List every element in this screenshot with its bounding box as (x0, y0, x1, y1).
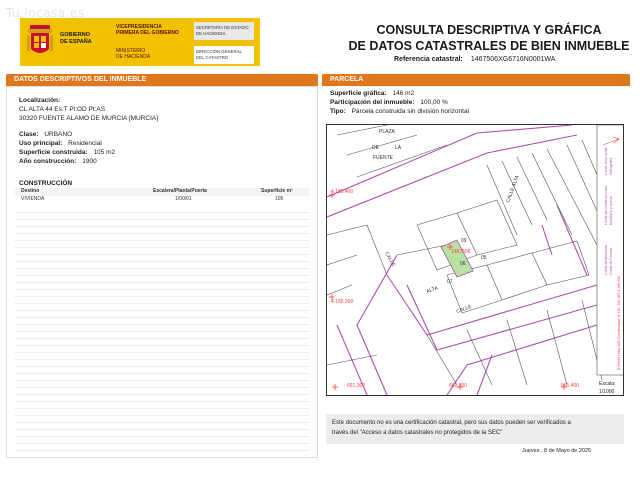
coat-of-arms-icon (27, 25, 53, 53)
legend-coords: ETRS89 Huso 30N Coordenadas U.T.M.: 661,… (617, 276, 621, 370)
tipo-row: Tipo: Parcela construida sin división ho… (330, 108, 469, 115)
participacion-value: 100,00 % (420, 99, 448, 106)
escala-value: 1/1000 (599, 389, 615, 395)
disclaimer-line-2: través del "Acceso a datos catastrales n… (332, 430, 503, 436)
map-label-x3: 661,400 (561, 383, 579, 389)
reference-value: 1467506XG6716N0001WA (470, 56, 556, 63)
superficie-value: 105 m2 (93, 149, 116, 156)
descriptive-panel: Localización: CL ALTA 44 Es:T Pl:OD Pt:A… (6, 86, 318, 458)
map-drawing: PLAZA DE LA FUENTE CALLE ALTA CALLE CALL… (327, 125, 623, 395)
map-label-05: 05 (481, 255, 487, 261)
government-logo-block: GOBIERNO DE ESPAÑA VICEPRESIDENCIA PRIME… (20, 18, 260, 66)
escala-label: Escala: (599, 381, 615, 387)
parcela-panel: Superficie gráfica: 146 m2 Participación… (322, 86, 630, 458)
tipo-label: Tipo: (330, 108, 346, 115)
map-label-plaza: PLAZA (379, 129, 396, 135)
reference-label: Referencia catastral: (394, 56, 463, 63)
document-title: CONSULTA DESCRIPTIVA Y GRÁFICA DE DATOS … (348, 23, 630, 53)
ministerio-label: MINISTERIO DE HACIENDA (116, 48, 151, 60)
disclaimer-line-1: Este documento no es una certificación c… (332, 420, 571, 426)
superficie-label: Superficie construida: (19, 149, 88, 156)
col-escalera: Escalera/Planta/Puerta (153, 188, 207, 194)
map-label-alta: ALTA (426, 285, 440, 295)
row-destino: VIVIENDA (21, 196, 45, 202)
map-label-la: LA (395, 145, 402, 151)
secretaria-label: SECRETARÍA DE ESTADO DE HACIENDA (194, 22, 254, 40)
map-label-de: DE (372, 145, 380, 151)
blank-ruled-area (15, 206, 309, 451)
address-line-2: 30320 FUENTE ALAMO DE MURCIA [MURCIA] (19, 115, 159, 122)
map-label-calle-alta: CALLE ALTA (505, 174, 521, 204)
document-date: Jueves , 8 de Mayo de 2025 (522, 448, 592, 454)
construccion-table-header: Destino Escalera/Planta/Puerta Superfici… (15, 188, 309, 196)
map-label-06: 06 (460, 261, 466, 267)
clase-row: Clase: URBANO (19, 131, 72, 138)
superficie-grafica-row: Superficie gráfica: 146 m2 (330, 90, 414, 97)
map-label-y2: 4.185.300 (331, 299, 353, 305)
localizacion-label: Localización: (19, 97, 61, 104)
coordinate-crosses (329, 192, 567, 390)
col-superficie: Superficie m² (261, 188, 293, 194)
tipo-value: Parcela construida sin división horizont… (351, 108, 470, 115)
map-label-calle-2: CALLE (456, 304, 474, 315)
anio-label: Año construcción: (19, 158, 77, 165)
header: GOBIERNO DE ESPAÑA VICEPRESIDENCIA PRIME… (14, 18, 630, 70)
legend-manzana: Límite de Manzana (604, 245, 608, 275)
legend-parcela: Límite de Parcela (609, 248, 613, 275)
anio-value: 1900 (82, 158, 97, 165)
legend-construcciones: Límite de Construcciones (604, 185, 608, 225)
map-label-y1: 4.185.400 (331, 189, 353, 195)
reference-line: Referencia catastral: 1467506XG6716N0001… (394, 56, 555, 63)
legend-hidrografia: Hidrografía (609, 158, 613, 175)
superficie-grafica-label: Superficie gráfica: (330, 90, 387, 97)
gobierno-label: GOBIERNO DE ESPAÑA (60, 32, 92, 45)
map-label-09: 09 (461, 238, 467, 244)
direccion-label: DIRECCIÓN GENERAL DEL CATASTRO (194, 46, 254, 64)
map-label-x1: 661,300 (347, 383, 365, 389)
map-label-fuente: FUENTE (373, 155, 394, 161)
superficie-grafica-value: 146 m2 (392, 90, 415, 97)
legend-zona-verde: Límite zona verde (604, 147, 608, 175)
uso-row: Uso principal: Residencial (19, 140, 102, 147)
section-bar-parcela: PARCELA (322, 74, 630, 86)
clase-value: URBANO (44, 131, 73, 138)
table-row: VIVIENDA 1/00/01 105 (15, 196, 309, 204)
uso-value: Residencial (68, 140, 102, 147)
address-line-1: CL ALTA 44 Es:T Pl:OD Pt:AS (19, 106, 106, 113)
clase-label: Clase: (19, 131, 39, 138)
participacion-label: Participación del inmueble: (330, 99, 415, 106)
vicepresidencia-label: VICEPRESIDENCIA PRIMERA DEL GOBIERNO (116, 24, 179, 36)
cadastral-map[interactable]: PLAZA DE LA FUENTE CALLE ALTA CALLE CALL… (326, 124, 624, 396)
col-destino: Destino (21, 188, 40, 194)
row-escalera: 1/00/01 (175, 196, 192, 202)
construccion-title: CONSTRUCCIÓN (19, 180, 73, 187)
uso-label: Uso principal: (19, 140, 63, 147)
anio-row: Año construcción: 1900 (19, 158, 97, 165)
row-superficie: 105 (275, 196, 284, 202)
map-label-x2: 661,350 (449, 383, 467, 389)
map-label-07: 07 (447, 279, 453, 285)
participacion-row: Participación del inmueble: 100,00 % (330, 99, 448, 106)
map-label-parcel: 1467506 (451, 249, 471, 255)
disclaimer-box: Este documento no es una certificación c… (326, 414, 624, 444)
section-bar-descriptive: DATOS DESCRIPTIVOS DEL INMUEBLE (6, 74, 318, 86)
page: Tu locasa.es GOBIERNO DE ESPAÑA VICEPRES… (0, 0, 640, 480)
legend-mobiliario: Mobiliario y aceras (609, 196, 613, 225)
superficie-row: Superficie construida: 105 m2 (19, 149, 115, 156)
